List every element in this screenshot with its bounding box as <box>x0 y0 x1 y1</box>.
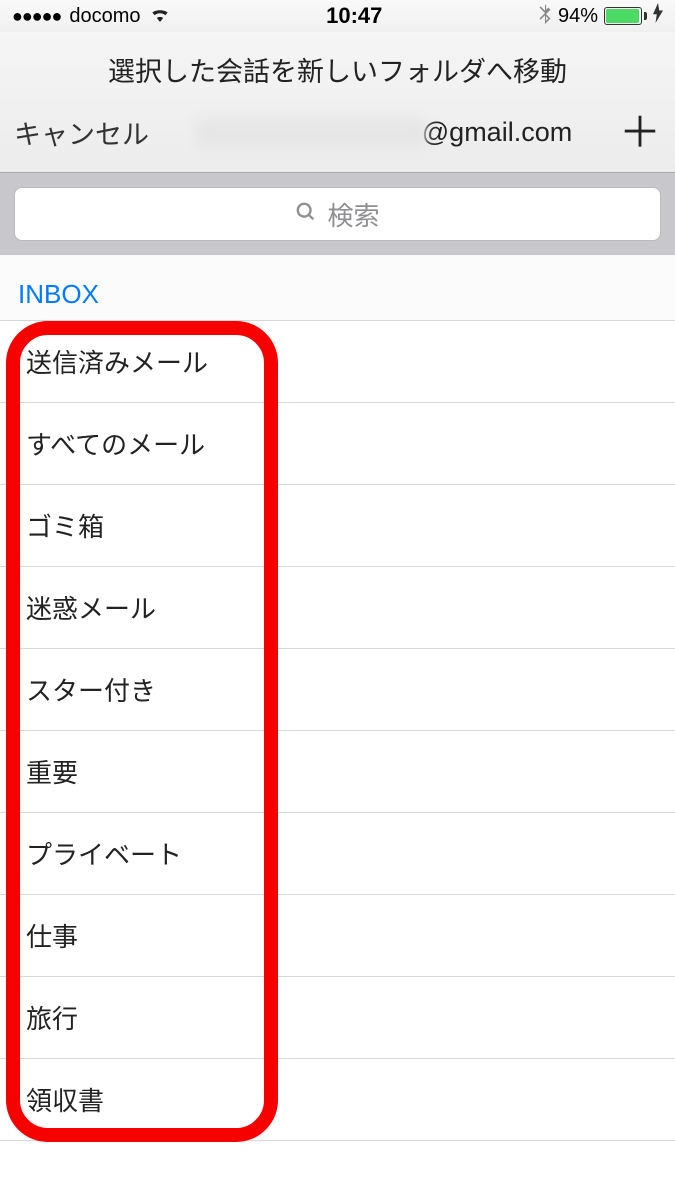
status-bar: ●●●●● docomo 10:47 94% <box>0 0 675 32</box>
search-bar-container: 検索 <box>0 173 675 255</box>
folder-item-all-mail[interactable]: すべてのメール <box>0 403 675 485</box>
folder-item-spam[interactable]: 迷惑メール <box>0 567 675 649</box>
wifi-icon <box>149 4 171 28</box>
signal-strength-icon: ●●●●● <box>12 6 61 27</box>
folder-item-private[interactable]: プライベート <box>0 813 675 895</box>
folder-item-receipts[interactable]: 領収書 <box>0 1059 675 1141</box>
redacted-email-user <box>196 118 426 148</box>
nav-header: 選択した会話を新しいフォルダへ移動 キャンセル @gmail.com ＋ <box>0 32 675 173</box>
folder-item-important[interactable]: 重要 <box>0 731 675 813</box>
folder-item-work[interactable]: 仕事 <box>0 895 675 977</box>
page-title: 選択した会話を新しいフォルダへ移動 <box>14 50 661 89</box>
bluetooth-icon <box>538 2 552 30</box>
folder-item-trash[interactable]: ゴミ箱 <box>0 485 675 567</box>
search-input[interactable]: 検索 <box>14 187 661 241</box>
account-email: @gmail.com <box>196 117 572 149</box>
search-icon <box>295 199 317 230</box>
clock: 10:47 <box>326 3 382 29</box>
search-placeholder: 検索 <box>327 196 379 233</box>
battery-pct: 94% <box>558 5 598 28</box>
folder-list: INBOX 送信済みメール すべてのメール ゴミ箱 迷惑メール スター付き 重要… <box>0 255 675 1141</box>
carrier-label: docomo <box>69 5 140 28</box>
folder-item-starred[interactable]: スター付き <box>0 649 675 731</box>
folder-item-travel[interactable]: 旅行 <box>0 977 675 1059</box>
folder-item-sent[interactable]: 送信済みメール <box>0 321 675 403</box>
cancel-button[interactable]: キャンセル <box>14 113 149 152</box>
battery-icon <box>604 7 647 25</box>
charging-icon <box>653 3 663 29</box>
add-folder-button[interactable]: ＋ <box>619 120 661 145</box>
section-header-inbox[interactable]: INBOX <box>0 255 675 321</box>
